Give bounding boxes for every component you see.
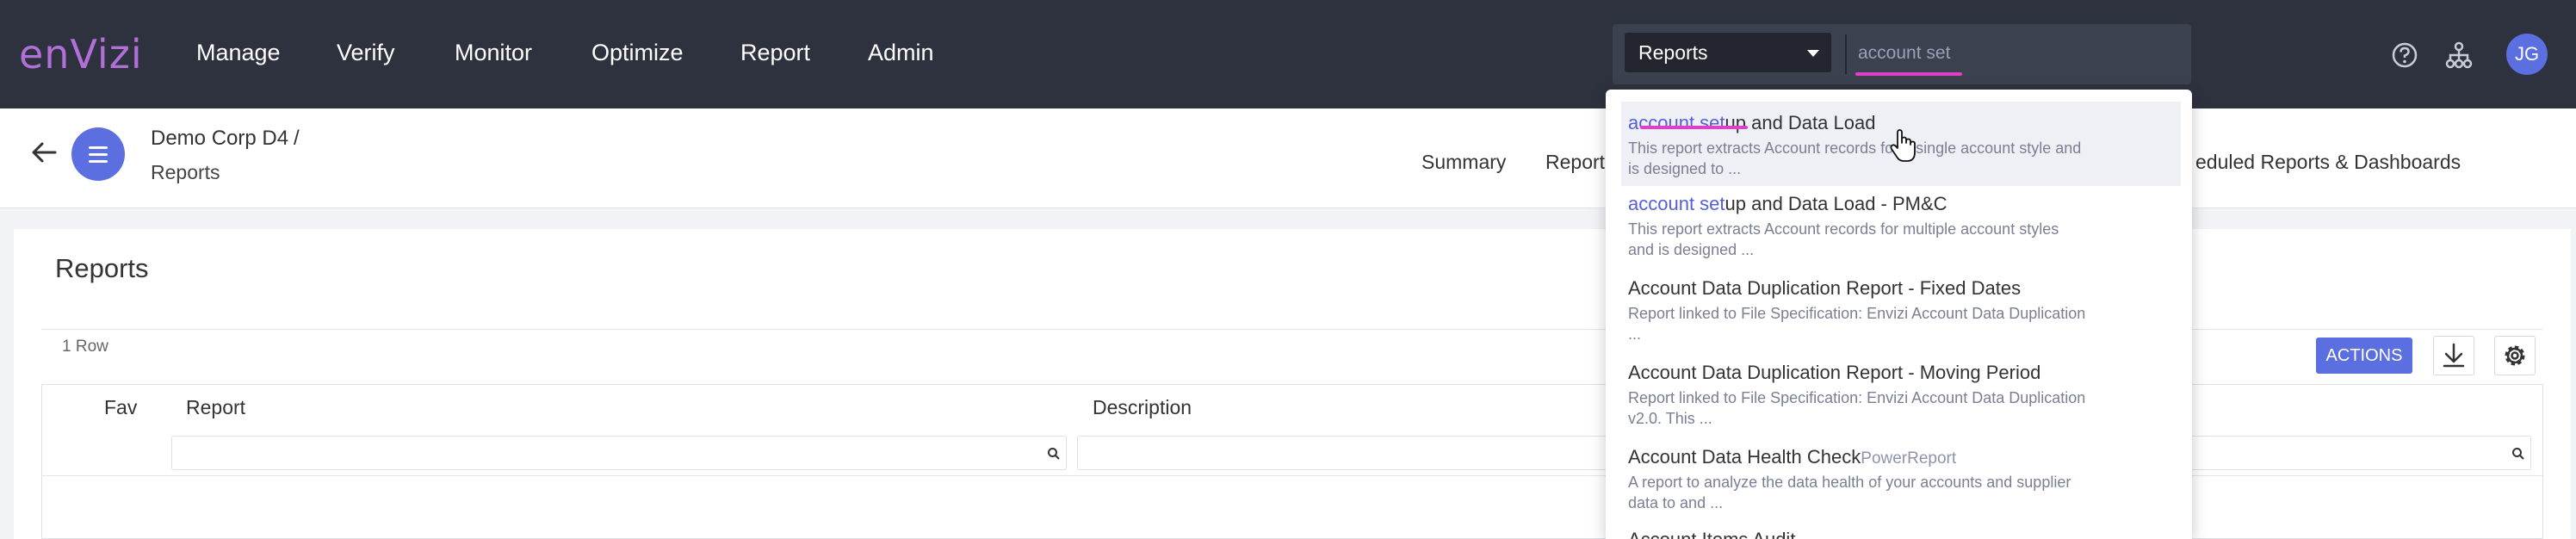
column-header-report[interactable]: Report	[186, 396, 245, 419]
search-separator	[1845, 34, 1847, 74]
result-desc-line: data to and ...	[1628, 494, 1724, 511]
nav-report[interactable]: Report	[740, 40, 810, 66]
help-icon[interactable]	[2389, 40, 2420, 71]
user-avatar[interactable]: JG	[2506, 34, 2548, 75]
search-result-item[interactable]: Account Items Audit	[1628, 529, 2179, 539]
result-desc-line: v2.0. This ...	[1628, 410, 1712, 427]
nav-manage[interactable]: Manage	[196, 40, 281, 66]
breadcrumb-page: Reports	[151, 161, 220, 183]
nav-monitor[interactable]: Monitor	[455, 40, 532, 66]
description-filter-input[interactable]	[1077, 436, 1611, 470]
menu-icon[interactable]	[71, 127, 125, 181]
actions-button[interactable]: ACTIONS	[2316, 338, 2412, 374]
hand-cursor-icon	[1890, 129, 1916, 162]
settings-button[interactable]	[2494, 336, 2536, 375]
breadcrumb-org[interactable]: Demo Corp D4	[151, 127, 288, 151]
nav-verify[interactable]: Verify	[337, 40, 395, 66]
result-desc-line: This report extracts Account records for…	[1628, 220, 2059, 238]
org-hierarchy-icon[interactable]	[2443, 40, 2474, 71]
tab-summary[interactable]: Summary	[1421, 151, 1506, 174]
nav-optimize[interactable]: Optimize	[591, 40, 684, 66]
result-title: account setup and Data Load - PM&C	[1628, 193, 1947, 214]
search-scope-value: Reports	[1638, 41, 1708, 64]
column-header-description[interactable]: Description	[1093, 396, 1192, 419]
envizi-logo[interactable]: enVizi	[19, 31, 143, 77]
row-count: 1 Row	[62, 338, 108, 356]
search-scope-select[interactable]: Reports	[1625, 33, 1831, 72]
result-desc-line: Report linked to File Specification: Env…	[1628, 389, 2086, 406]
result-title: Account Items Audit	[1628, 529, 2179, 539]
search-result-item[interactable]: Account Data Duplication Report - Fixed …	[1628, 277, 2179, 344]
result-desc-line: Report linked to File Specification: Env…	[1628, 305, 2086, 322]
result-tag: PowerReport	[1861, 449, 1957, 468]
nav-admin[interactable]: Admin	[868, 40, 934, 66]
search-result-item[interactable]: Account Data Health CheckPowerReport A r…	[1628, 446, 2179, 513]
result-match-underline	[1640, 126, 1748, 129]
page-title: Reports	[55, 253, 149, 283]
global-search: Reports	[1613, 24, 2191, 84]
result-title: Account Data Duplication Report - Fixed …	[1628, 277, 2022, 299]
search-icon	[2512, 448, 2524, 460]
back-arrow-icon[interactable]	[29, 138, 59, 167]
caret-down-icon	[1807, 50, 1819, 57]
column-header-fav[interactable]: Fav	[104, 396, 137, 419]
report-filter-input[interactable]	[171, 436, 1067, 470]
search-match-underline	[1855, 72, 1962, 76]
tab-scheduled-reports-dashboards[interactable]: eduled Reports & Dashboards	[2195, 151, 2461, 174]
result-desc-line: A report to analyze the data health of y…	[1628, 474, 2071, 491]
settings-icon	[2505, 345, 2525, 366]
search-icon	[1048, 448, 1060, 460]
search-result-item[interactable]: account setup and Data Load - PM&C This …	[1628, 193, 2179, 260]
extra-filter-input[interactable]	[2187, 436, 2531, 470]
search-result-item[interactable]: Account Data Duplication Report - Moving…	[1628, 362, 2179, 429]
download-icon	[2443, 343, 2465, 368]
result-desc-line: ...	[1628, 325, 1642, 343]
search-input[interactable]	[1858, 36, 2177, 71]
result-title: Account Data Health CheckPowerReport	[1628, 446, 1957, 468]
tab-report[interactable]: Report	[1545, 151, 1605, 174]
result-desc-line: and is designed ...	[1628, 241, 1755, 258]
download-button[interactable]	[2433, 336, 2474, 375]
result-title: Account Data Duplication Report - Moving…	[1628, 362, 2041, 383]
breadcrumb-separator: /	[294, 127, 300, 150]
